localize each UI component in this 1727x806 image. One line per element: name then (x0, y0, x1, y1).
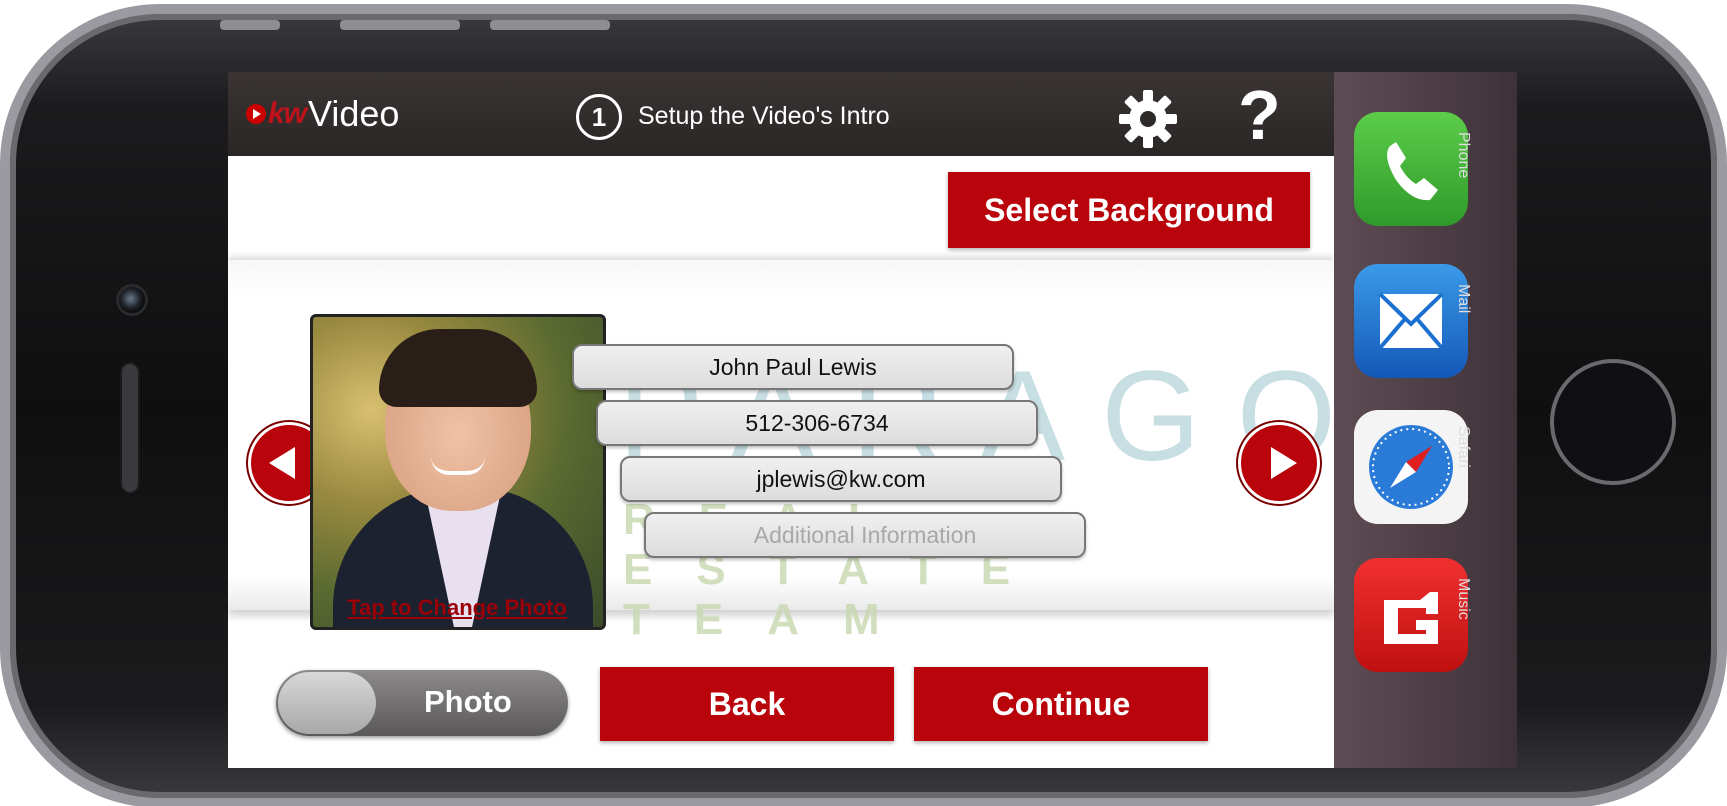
front-camera (116, 284, 148, 316)
app-header: kw Video 1 Setup the Video's Intro ? (228, 72, 1334, 156)
phone-handset-icon (1387, 142, 1438, 201)
continue-button[interactable]: Continue (914, 667, 1208, 741)
phone-screen: kw Video 1 Setup the Video's Intro ? Sel… (228, 72, 1517, 768)
logo-product: Video (308, 93, 400, 134)
safari-app-icon[interactable] (1354, 410, 1468, 524)
ios-dock: Phone Mail Safari Music (1334, 72, 1517, 768)
volume-up-button (340, 20, 460, 30)
safari-compass-icon (1369, 425, 1453, 509)
phone-frame: kw Video 1 Setup the Video's Intro ? Sel… (10, 14, 1717, 798)
toggle-label: Photo (424, 684, 512, 719)
dock-label-phone: Phone (1455, 132, 1472, 179)
phone-app-icon[interactable] (1354, 112, 1468, 226)
back-button[interactable]: Back (600, 667, 894, 741)
mute-switch (220, 20, 280, 30)
email-field[interactable]: jplewis@kw.com (620, 456, 1062, 502)
next-background-arrow-icon[interactable] (1238, 422, 1320, 504)
mail-app-icon[interactable] (1354, 264, 1468, 378)
dock-label-safari: Safari (1455, 426, 1472, 468)
change-photo-link[interactable]: Tap to Change Photo (319, 595, 595, 621)
app-logo: kw Video (246, 92, 399, 136)
photo-hair (379, 329, 537, 407)
step-number-badge: 1 (576, 94, 622, 140)
mail-envelope-icon (1378, 292, 1444, 350)
volume-down-button (490, 20, 610, 30)
earpiece-speaker (120, 362, 140, 494)
logo-brand: kw (268, 97, 307, 130)
music-note-icon (1384, 592, 1438, 644)
dock-label-mail: Mail (1455, 284, 1472, 314)
dock-label-music: Music (1455, 578, 1472, 620)
select-background-button[interactable]: Select Background (948, 172, 1310, 248)
home-button[interactable] (1550, 359, 1676, 485)
name-field[interactable]: John Paul Lewis (572, 344, 1014, 390)
intro-card-panel: PARAGON REAL ESTATE TEAM Tap to Change P… (228, 260, 1465, 644)
phone-field[interactable]: 512-306-6734 (596, 400, 1038, 446)
music-app-icon[interactable] (1354, 558, 1468, 672)
photo-video-toggle[interactable]: Photo (276, 670, 568, 736)
kw-video-app: kw Video 1 Setup the Video's Intro ? Sel… (228, 72, 1465, 768)
additional-info-field[interactable]: Additional Information (644, 512, 1086, 558)
help-icon[interactable]: ? (1238, 78, 1281, 152)
step-title: Setup the Video's Intro (638, 102, 890, 130)
toggle-knob[interactable] (278, 672, 376, 734)
agent-photo[interactable]: Tap to Change Photo (310, 314, 606, 630)
gear-icon[interactable] (1116, 87, 1180, 151)
play-logo-icon (246, 104, 266, 124)
